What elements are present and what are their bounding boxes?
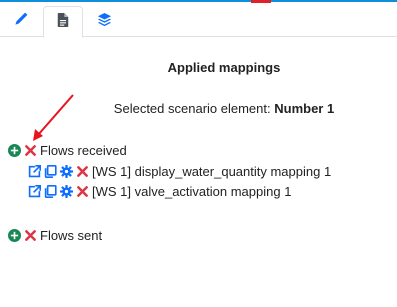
document-icon bbox=[57, 12, 69, 32]
tab-mappings[interactable] bbox=[43, 6, 83, 38]
remove-flows-sent-icon[interactable] bbox=[23, 229, 37, 243]
remove-mapping-icon[interactable] bbox=[75, 185, 89, 199]
selected-element-prefix: Selected scenario element: bbox=[113, 101, 275, 116]
tab-edit[interactable] bbox=[1, 6, 41, 37]
open-external-icon[interactable] bbox=[27, 185, 41, 199]
pencil-icon bbox=[14, 12, 28, 31]
flows-sent-row: Flows sent bbox=[7, 228, 102, 243]
mapping-label: [WS 1] valve_activation mapping 1 bbox=[92, 184, 292, 199]
copy-icon[interactable] bbox=[43, 185, 57, 199]
add-flow-sent-icon[interactable] bbox=[7, 229, 21, 243]
flows-received-label: Flows received bbox=[40, 143, 127, 158]
copy-icon[interactable] bbox=[43, 165, 57, 179]
panel-title: Applied mappings bbox=[167, 60, 281, 75]
gear-icon[interactable] bbox=[59, 185, 73, 199]
tab-bar bbox=[0, 2, 397, 38]
selected-element-line: Selected scenario element: Number 1 bbox=[0, 101, 397, 116]
remove-flows-received-icon[interactable] bbox=[23, 144, 37, 158]
flows-received-row: Flows received bbox=[7, 143, 127, 158]
gear-icon[interactable] bbox=[59, 165, 73, 179]
tab-layers[interactable] bbox=[84, 6, 124, 37]
mapping-label: [WS 1] display_water_quantity mapping 1 bbox=[92, 164, 332, 179]
open-external-icon[interactable] bbox=[27, 165, 41, 179]
mapping-list-item: [WS 1] valve_activation mapping 1 bbox=[27, 184, 291, 199]
remove-mapping-icon[interactable] bbox=[75, 165, 89, 179]
layers-icon bbox=[97, 12, 112, 32]
flows-sent-label: Flows sent bbox=[40, 228, 103, 243]
mapping-list-item: [WS 1] display_water_quantity mapping 1 bbox=[27, 164, 331, 179]
selected-element-value: Number 1 bbox=[274, 101, 335, 116]
mappings-panel: Applied mappings Selected scenario eleme… bbox=[0, 0, 397, 307]
add-flow-received-icon[interactable] bbox=[7, 144, 21, 158]
